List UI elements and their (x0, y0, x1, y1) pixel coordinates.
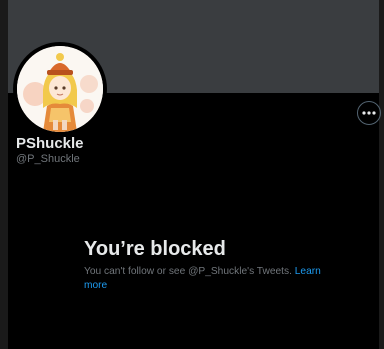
more-options-button[interactable] (357, 101, 381, 125)
blocked-message-block: You can't follow or see @P_Shuckle's Twe… (84, 265, 334, 293)
blocked-title: You’re blocked (84, 238, 226, 260)
anime-character-avatar-icon (17, 46, 103, 132)
profile-page: PShuckle @P_Shuckle You’re blocked You c… (0, 0, 384, 349)
window-edge-left (0, 0, 8, 349)
window-edge-right (379, 0, 384, 349)
more-horizontal-icon (362, 111, 376, 115)
avatar[interactable] (13, 42, 107, 136)
profile-display-name: PShuckle (16, 135, 84, 152)
blocked-message: You can't follow or see @P_Shuckle's Twe… (84, 266, 292, 277)
profile-handle: @P_Shuckle (16, 153, 80, 165)
